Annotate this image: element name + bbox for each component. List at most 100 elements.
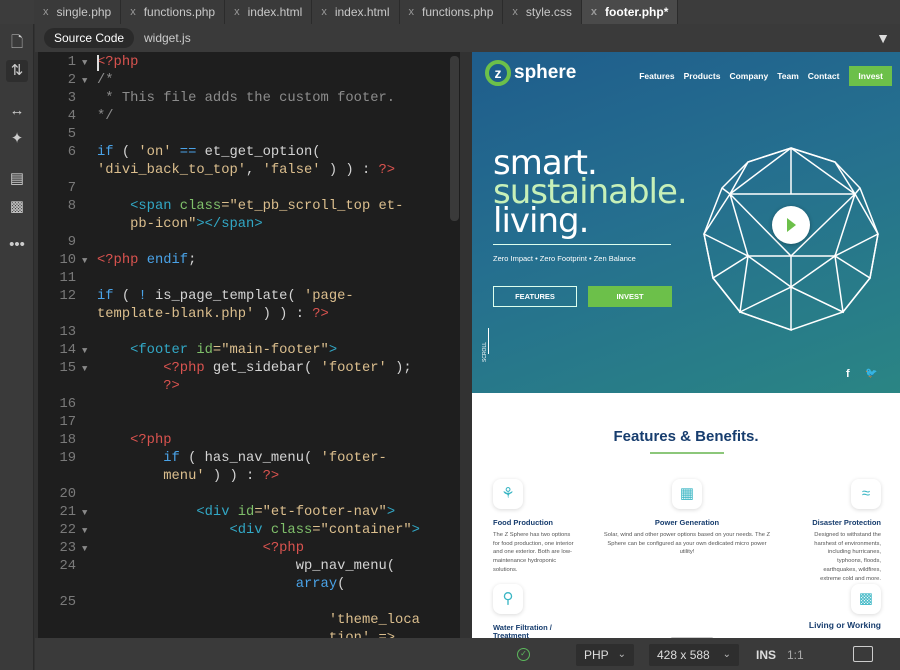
tab-single-php[interactable]: x single.php — [34, 0, 122, 24]
code-token: <?php — [97, 55, 139, 70]
code-token: if — [97, 451, 180, 466]
device-preview-icon[interactable] — [853, 646, 873, 662]
close-icon[interactable]: x — [130, 6, 136, 18]
code-line[interactable]: 3 * This file adds the custom footer. — [38, 90, 448, 108]
code-line[interactable]: 2 ▼ /* — [38, 72, 448, 90]
code-token: tion' => — [97, 631, 395, 638]
nav-contact[interactable]: Contact — [808, 71, 840, 81]
code-line[interactable]: 'theme_loca — [38, 612, 448, 630]
code-line[interactable]: array( — [38, 576, 448, 594]
fold-arrow-icon[interactable]: ▼ — [82, 522, 87, 540]
facebook-icon[interactable]: f — [846, 368, 850, 380]
fold-arrow-icon[interactable]: ▼ — [82, 342, 87, 360]
code-line[interactable]: 16 — [38, 396, 448, 414]
uncomment-icon[interactable]: ▩ — [6, 196, 28, 218]
invest-button[interactable]: INVEST — [588, 286, 672, 307]
code-line[interactable]: 20 — [38, 486, 448, 504]
code-line[interactable]: 13 — [38, 324, 448, 342]
expand-icon[interactable]: ↔ — [6, 100, 28, 122]
code-line[interactable]: 11 — [38, 270, 448, 288]
code-token: ( — [113, 289, 139, 304]
nav-team[interactable]: Team — [777, 71, 799, 81]
text-cursor — [97, 55, 99, 71]
tab-index-html[interactable]: x index.html — [312, 0, 400, 24]
code-line[interactable]: 17 — [38, 414, 448, 432]
close-icon[interactable]: x — [43, 6, 49, 18]
nav-products[interactable]: Products — [684, 71, 721, 81]
nav-invest-button[interactable]: Invest — [849, 66, 892, 86]
subtab-source-code[interactable]: Source Code — [44, 28, 135, 48]
code-hint-icon[interactable]: ✦ — [6, 128, 28, 150]
live-preview[interactable]: z sphere Features Products Company Team … — [472, 52, 900, 638]
fold-arrow-icon[interactable]: ▼ — [82, 54, 87, 72]
language-select[interactable]: PHP ⌄ — [576, 644, 634, 666]
fold-arrow-icon[interactable]: ▼ — [82, 252, 87, 270]
features-button[interactable]: FEATURES — [493, 286, 577, 307]
code-line[interactable]: 8 <span class="et_pb_scroll_top et- — [38, 198, 448, 216]
subtab-widget-js[interactable]: widget.js — [134, 28, 201, 48]
code-line[interactable]: 1 ▼ <?php — [38, 54, 448, 72]
editor-scrollbar[interactable] — [450, 56, 459, 221]
code-line[interactable]: 7 — [38, 180, 448, 198]
more-icon[interactable]: ••• — [6, 234, 28, 256]
tab-index-html[interactable]: x index.html — [225, 0, 313, 24]
close-icon[interactable]: x — [591, 6, 597, 18]
tab-style-css[interactable]: x style.css — [503, 0, 582, 24]
fold-arrow-icon[interactable]: ▼ — [82, 72, 87, 90]
file-icon[interactable]: 🗋 — [6, 32, 28, 54]
twitter-icon[interactable]: 🐦 — [865, 368, 877, 379]
filter-icon[interactable]: ▼ — [876, 30, 890, 46]
nav-features[interactable]: Features — [639, 71, 674, 81]
fold-arrow-icon[interactable]: ▼ — [82, 540, 87, 558]
tab-footer-php-[interactable]: x footer.php* — [581, 0, 679, 24]
logo[interactable]: z sphere — [485, 60, 576, 86]
fold-arrow-icon[interactable]: ▼ — [82, 360, 87, 378]
tab-functions-php[interactable]: x functions.php — [399, 0, 504, 24]
nav-company[interactable]: Company — [729, 71, 768, 81]
line-number: 11 — [59, 271, 76, 286]
viewport-size-select[interactable]: 428 x 588 ⌄ — [649, 644, 739, 666]
code-line[interactable]: 18 <?php — [38, 432, 448, 450]
no-errors-icon[interactable]: ✓ — [517, 648, 530, 661]
code-line[interactable]: ?> — [38, 378, 448, 396]
code-line[interactable]: 10 ▼ <?php endif; — [38, 252, 448, 270]
close-icon[interactable]: x — [409, 6, 415, 18]
code-token: <div — [97, 523, 271, 538]
code-line[interactable]: 19 if ( has_nav_menu( 'footer- — [38, 450, 448, 468]
split-divider[interactable] — [460, 52, 472, 638]
tab-functions-php[interactable]: x functions.php — [121, 0, 226, 24]
tornado-icon: ≈ — [851, 479, 881, 509]
scroll-label[interactable]: SCROLL — [482, 342, 488, 362]
code-line[interactable]: 'divi_back_to_top', 'false' ) ) : ?> — [38, 162, 448, 180]
code-token: <span — [97, 199, 180, 214]
sort-icon[interactable]: ⇅ — [6, 60, 28, 82]
code-token: get_sidebar( — [212, 361, 321, 376]
left-toolbar: 🗋 ⇅ ↔ ✦ ▤ ▩ ••• — [0, 24, 34, 670]
code-line[interactable]: 9 — [38, 234, 448, 252]
code-editor[interactable]: 1 ▼ <?php 2 ▼ /* 3 * This file adds the custom… — [38, 52, 460, 638]
play-video-button[interactable] — [772, 206, 810, 244]
code-token: <footer — [97, 343, 197, 358]
code-line[interactable]: tion' => — [38, 630, 448, 638]
code-line[interactable]: 24 wp_nav_menu( — [38, 558, 448, 576]
insert-mode[interactable]: INS — [756, 648, 776, 662]
close-icon[interactable]: x — [512, 6, 518, 18]
code-line[interactable]: 15 ▼ <?php get_sidebar( 'footer' ); — [38, 360, 448, 378]
code-line[interactable]: 5 — [38, 126, 448, 144]
code-line[interactable]: 22 ▼ <div class="container"> — [38, 522, 448, 540]
code-line[interactable]: pb-icon"></span> — [38, 216, 448, 234]
code-line[interactable]: 23 ▼ <?php — [38, 540, 448, 558]
code-line[interactable]: template-blank.php' ) ) : ?> — [38, 306, 448, 324]
code-line[interactable]: menu' ) ) : ?> — [38, 468, 448, 486]
close-icon[interactable]: x — [321, 6, 327, 18]
code-line[interactable]: 6 if ( 'on' == et_get_option( — [38, 144, 448, 162]
code-line[interactable]: 14 ▼ <footer id="main-footer"> — [38, 342, 448, 360]
code-line[interactable]: 25 — [38, 594, 448, 612]
code-text: * This file adds the custom footer. — [97, 90, 395, 108]
code-line[interactable]: 12 if ( ! is_page_template( 'page- — [38, 288, 448, 306]
code-line[interactable]: 21 ▼ <div id="et-footer-nav"> — [38, 504, 448, 522]
code-line[interactable]: 4 */ — [38, 108, 448, 126]
fold-arrow-icon[interactable]: ▼ — [82, 504, 87, 522]
close-icon[interactable]: x — [234, 6, 240, 18]
comment-icon[interactable]: ▤ — [6, 168, 28, 190]
